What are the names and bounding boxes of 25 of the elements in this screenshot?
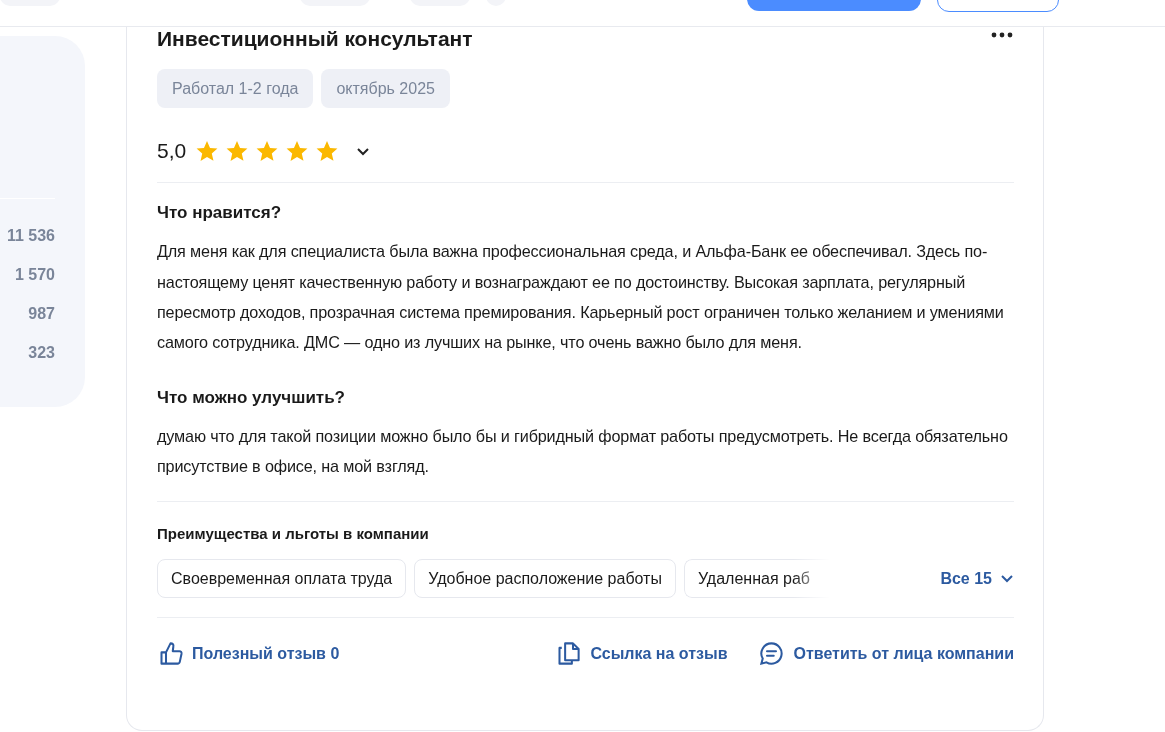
benefits-heading: Преимущества и льготы в компании xyxy=(157,523,430,544)
tag: Работал 1-2 года xyxy=(157,69,314,108)
count-value: 1 570 xyxy=(14,265,55,285)
tag: октябрь 2025 xyxy=(321,69,450,108)
review-title: Инвестиционный консультант xyxy=(157,27,473,51)
section-heading: Что можно улучшить? xyxy=(157,387,346,408)
review-text: Для меня как для специалиста была важна профессиональная среда, и Альфа-Банк ее обеспечивал. Здесь по-настоящему ценят качественную работу и вознаграждают ее по достоинству. Высокая зарплата, регулярный пересмотр доходов, прозрачная система премирования. Карьерный рост ограничен только желанием и умениями самого сотрудника. ДМС — одно из лучших на рынке, что очень важно было для меня. xyxy=(157,241,1005,354)
chevron-icon xyxy=(1000,574,1014,584)
count-value: 987 xyxy=(28,304,55,324)
action-link[interactable]: Полезный отзыв 0 xyxy=(157,640,340,668)
action-link[interactable]: Ссылка на отзыв xyxy=(555,640,728,668)
review-text: думаю что для такой позиции можно было бы и гибридный формат работы предусмотреть. Не всегда обязательно присутствие в офисе, на мой взгляд. xyxy=(157,425,1009,478)
benefit-tag: Удобное расположение работы xyxy=(414,559,676,599)
rating-value: 5,0 xyxy=(157,138,187,165)
more-icon[interactable] xyxy=(990,31,1014,39)
chat-icon xyxy=(758,640,786,668)
benefit-tag: Своевременная оплата труда xyxy=(157,559,407,599)
count-value: 11 536 xyxy=(6,226,55,246)
section-heading: Что нравится? xyxy=(157,203,283,224)
thumbs-up-icon xyxy=(157,640,184,668)
count-value: 323 xyxy=(28,343,55,363)
chevron-icon[interactable] xyxy=(356,146,371,156)
copy-icon xyxy=(555,640,583,668)
show-all-button[interactable]: Все 15 xyxy=(940,566,1014,591)
action-link[interactable]: Ответить от лица компании xyxy=(758,640,1014,668)
